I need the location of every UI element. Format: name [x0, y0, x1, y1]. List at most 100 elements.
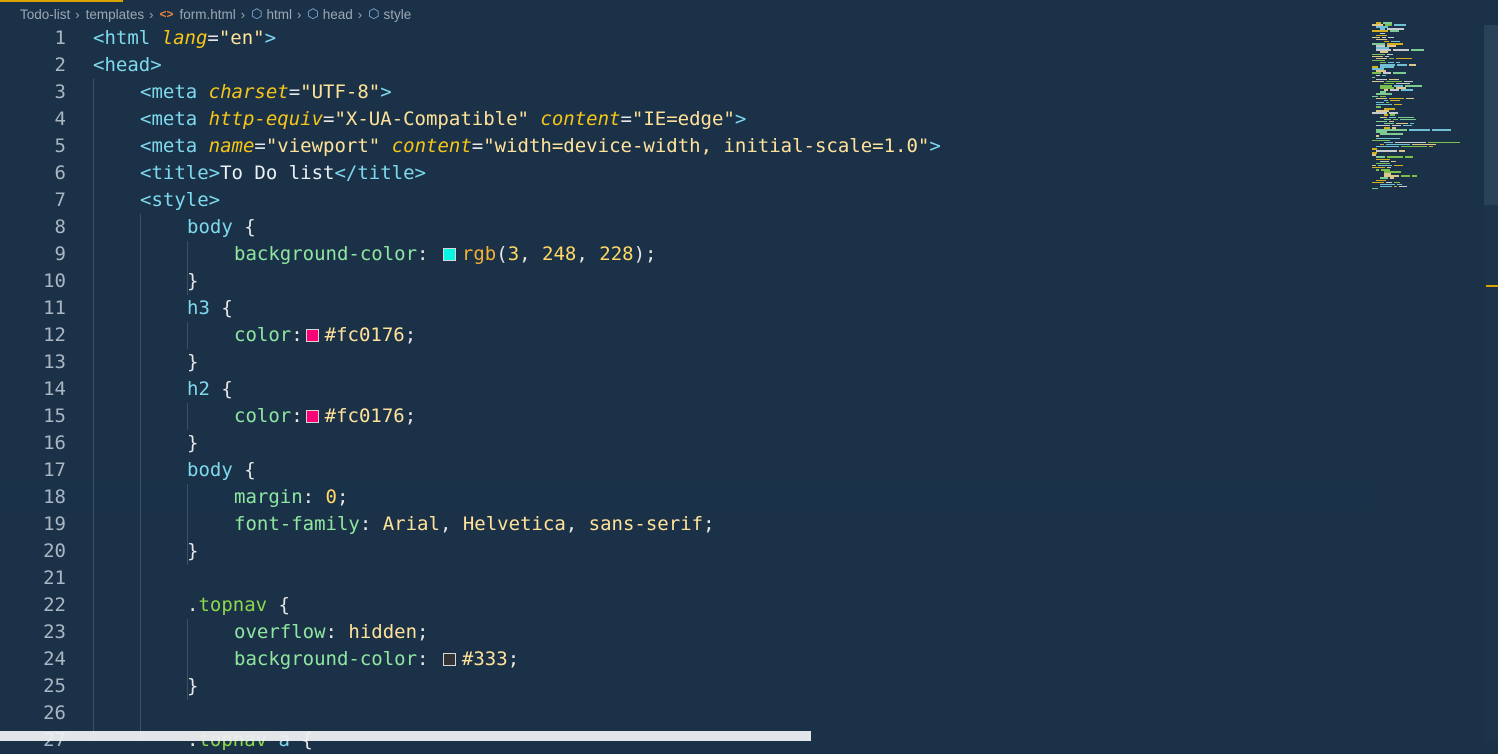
- line-number: 25: [43, 675, 66, 697]
- scrollbar-thumb[interactable]: [1484, 25, 1498, 205]
- code-token-num: 248: [542, 243, 577, 265]
- code-token-prop: color: [234, 405, 292, 427]
- indent-guide: [140, 214, 141, 741]
- horizontal-scrollbar[interactable]: [0, 731, 811, 741]
- code-line[interactable]: 6 <title>To Do list</title>: [0, 160, 1370, 187]
- code-token-punc: (: [496, 243, 508, 265]
- code-line[interactable]: 12 color: #fc0176;: [0, 322, 1370, 349]
- minimap-line: [1408, 129, 1431, 131]
- code-line[interactable]: 16}: [0, 430, 1370, 457]
- breadcrumb-label: html: [266, 6, 292, 22]
- code-line[interactable]: 18 margin: 0;: [0, 484, 1370, 511]
- code-line[interactable]: 4 <meta http-equiv="X-UA-Compatible" cont…: [0, 106, 1370, 133]
- color-swatch[interactable]: [305, 410, 319, 423]
- minimap-line: [1376, 145, 1400, 148]
- code-token-punc: {: [221, 297, 233, 319]
- code-line[interactable]: 10}: [0, 268, 1370, 295]
- code-token-str: "IE=edge": [631, 108, 735, 130]
- color-swatch[interactable]: [442, 248, 456, 261]
- code-line[interactable]: 17 body {: [0, 457, 1370, 484]
- breadcrumb-label: head: [322, 6, 353, 22]
- code-token-str: "viewport": [265, 135, 392, 157]
- code-token-fn: rgb: [461, 243, 497, 265]
- code-line[interactable]: 20}: [0, 538, 1370, 565]
- chevron-right-icon: ›: [75, 6, 80, 22]
- code-text: .topnav {: [187, 592, 290, 619]
- code-token-prop: color: [234, 324, 292, 346]
- line-number: 11: [43, 297, 66, 319]
- code-token-num: 3: [507, 243, 520, 265]
- code-token-attr: content: [540, 108, 621, 130]
- code-token-tag: <title>: [140, 162, 221, 184]
- code-line[interactable]: 14 h2 {: [0, 376, 1370, 403]
- breadcrumb-item-html[interactable]: ⬡ html: [251, 6, 292, 22]
- line-number: 4: [54, 108, 66, 130]
- code-line[interactable]: 24 background-color: #333;: [0, 646, 1370, 673]
- color-swatch[interactable]: [305, 329, 319, 342]
- breadcrumb-item-style[interactable]: ⬡ style: [368, 6, 411, 22]
- code-token-tag: <meta: [140, 81, 209, 103]
- minimap-line: [1372, 80, 1385, 83]
- minimap-line: [1406, 97, 1414, 100]
- code-line[interactable]: 8 body {: [0, 214, 1370, 241]
- code-line[interactable]: 26: [0, 700, 1370, 727]
- code-token-text: To Do list: [220, 162, 335, 184]
- code-line[interactable]: 25}: [0, 673, 1370, 700]
- code-line[interactable]: 23 overflow: hidden;: [0, 619, 1370, 646]
- code-line[interactable]: 21: [0, 565, 1370, 592]
- code-line[interactable]: 11 h3 {: [0, 295, 1370, 322]
- html-file-icon: <>: [159, 7, 174, 21]
- minimap-line: [1382, 74, 1387, 76]
- code-token-punc: ;: [404, 405, 417, 427]
- code-editor[interactable]: 1 <html lang="en"> 2 <head> 3 <meta charset="…: [0, 25, 1498, 751]
- breadcrumb-item-templates[interactable]: templates: [86, 7, 145, 22]
- code-line[interactable]: 9 background-color: rgb(3, 248, 228);: [0, 241, 1370, 268]
- line-number: 7: [54, 189, 66, 211]
- code-token-punc: }: [187, 675, 199, 697]
- line-number: 6: [54, 162, 66, 184]
- line-number: 24: [43, 648, 66, 670]
- scrollbar-cursor-marker: [1486, 285, 1498, 287]
- symbol-icon: ⬡: [307, 6, 319, 21]
- minimap-line: [1390, 99, 1400, 102]
- code-token-prop: margin: [234, 486, 303, 508]
- code-token-punc: =: [288, 81, 301, 103]
- code-line[interactable]: 5 <meta name="viewport" content="width=de…: [0, 133, 1370, 160]
- code-token-punc: =: [254, 135, 266, 157]
- breadcrumb-item-head[interactable]: ⬡ head: [307, 6, 352, 22]
- code-line[interactable]: 2 <head>: [0, 52, 1370, 79]
- minimap-line: [1401, 175, 1410, 177]
- code-line[interactable]: 15 color: #fc0176;: [0, 403, 1370, 430]
- minimap-line: [1410, 49, 1425, 51]
- code-token-str: "UTF-8": [300, 81, 381, 103]
- code-text: }: [187, 538, 198, 565]
- indent-guide: [187, 484, 188, 565]
- code-token-punc: =: [323, 108, 335, 130]
- code-text: }: [187, 349, 198, 376]
- code-token-tag: <head>: [93, 54, 162, 76]
- line-number: 16: [43, 432, 66, 454]
- code-token-punc: );: [633, 243, 657, 265]
- code-line[interactable]: 7 <style>: [0, 187, 1370, 214]
- minimap[interactable]: [1372, 22, 1484, 192]
- code-token-punc: :: [359, 513, 383, 535]
- code-line[interactable]: 19 font-family: Arial, Helvetica, sans-se…: [0, 511, 1370, 538]
- minimap-line: [1392, 118, 1398, 121]
- code-line[interactable]: 22 .topnav {: [0, 592, 1370, 619]
- minimap-line: [1405, 85, 1422, 87]
- breadcrumb-item-todo-list[interactable]: Todo-list: [20, 7, 70, 22]
- breadcrumb-label: form.html: [179, 6, 236, 22]
- code-token-tag: >: [264, 27, 277, 49]
- minimap-line: [1389, 177, 1395, 179]
- indent-guide: [93, 79, 94, 741]
- code-line[interactable]: 13}: [0, 349, 1370, 376]
- breadcrumb-item-form-html[interactable]: <> form.html: [160, 7, 236, 22]
- code-token-tag: >: [929, 135, 941, 157]
- minimap-line: [1376, 169, 1380, 171]
- color-swatch[interactable]: [442, 653, 456, 666]
- code-token-tag: <html: [93, 27, 162, 49]
- code-line[interactable]: 1 <html lang="en">: [0, 25, 1370, 52]
- code-line[interactable]: 3 <meta charset="UTF-8">: [0, 79, 1370, 106]
- code-token-val: Helvetica: [462, 513, 566, 535]
- code-token-punc: :: [291, 324, 303, 346]
